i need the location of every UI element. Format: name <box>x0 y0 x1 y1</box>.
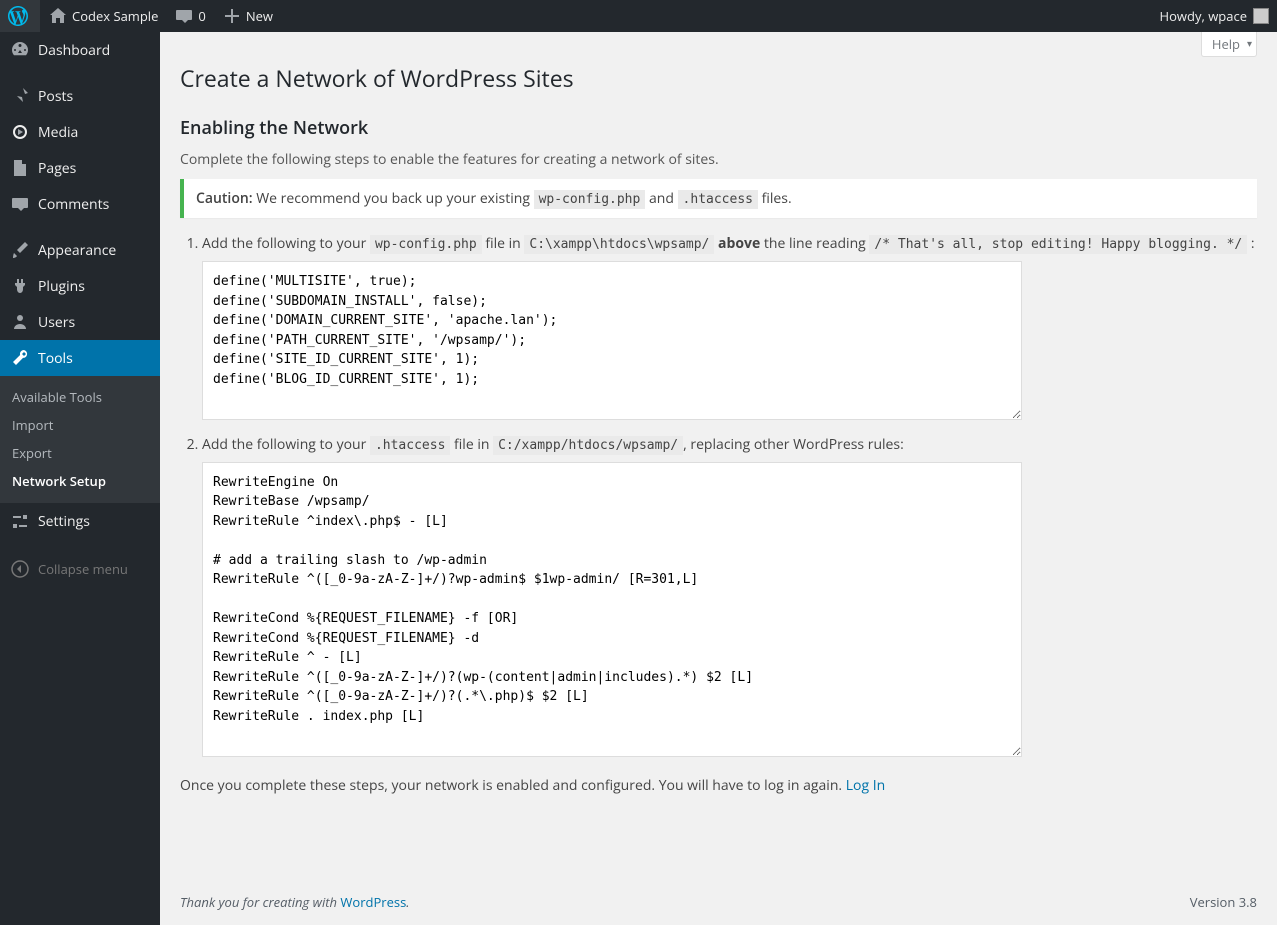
tools-submenu: Available Tools Import Export Network Se… <box>0 376 160 503</box>
sidebar-item-media[interactable]: Media <box>0 114 160 150</box>
caution-notice: Caution: We recommend you back up your e… <box>180 179 1257 218</box>
sidebar-item-label: Comments <box>38 195 109 214</box>
wordpress-icon <box>8 6 28 26</box>
media-icon <box>10 122 30 142</box>
page-icon <box>10 158 30 178</box>
page-subhead: Enabling the Network <box>180 116 1257 140</box>
submenu-export[interactable]: Export <box>0 439 160 467</box>
site-name[interactable]: Codex Sample <box>40 0 166 32</box>
submenu-network-setup[interactable]: Network Setup <box>0 467 160 495</box>
htaccess-code: .htaccess <box>678 190 758 209</box>
comments-count: 0 <box>198 0 205 32</box>
sidebar-item-users[interactable]: Users <box>0 304 160 340</box>
step-2: Add the following to your .htaccess file… <box>202 435 1257 762</box>
sidebar-item-label: Settings <box>38 512 90 531</box>
sidebar-item-comments[interactable]: Comments <box>0 186 160 222</box>
site-name-label: Codex Sample <box>72 0 158 32</box>
wrench-icon <box>10 348 30 368</box>
sliders-icon <box>10 511 30 531</box>
admin-toolbar: Codex Sample 0 New Howdy, wpace <box>0 0 1277 32</box>
howdy-text: Howdy, wpace <box>1160 0 1247 32</box>
wpconfig-code: wp-config.php <box>534 190 646 209</box>
my-account[interactable]: Howdy, wpace <box>1152 0 1277 32</box>
sidebar-item-label: Users <box>38 313 75 332</box>
final-text: Once you complete these steps, your netw… <box>180 776 1257 795</box>
htaccess-textarea[interactable] <box>202 462 1022 757</box>
intro-text: Complete the following steps to enable t… <box>180 150 1257 169</box>
sidebar-item-dashboard[interactable]: Dashboard <box>0 32 160 68</box>
pin-icon <box>10 86 30 106</box>
wpconfig-textarea[interactable] <box>202 261 1022 420</box>
version-text: Version 3.8 <box>1190 893 1257 911</box>
login-link[interactable]: Log In <box>846 776 885 795</box>
home-icon <box>48 6 68 26</box>
collapse-menu[interactable]: Collapse menu <box>0 549 160 589</box>
steps-list: Add the following to your wp-config.php … <box>202 234 1257 762</box>
sidebar-item-label: Dashboard <box>38 41 110 60</box>
sidebar-item-label: Plugins <box>38 277 85 296</box>
avatar <box>1253 8 1269 24</box>
sidebar-item-appearance[interactable]: Appearance <box>0 232 160 268</box>
comment-icon <box>174 6 194 26</box>
sidebar-item-label: Appearance <box>38 241 116 260</box>
step-1: Add the following to your wp-config.php … <box>202 234 1257 425</box>
brush-icon <box>10 240 30 260</box>
sidebar-item-settings[interactable]: Settings <box>0 503 160 539</box>
sidebar-item-tools[interactable]: Tools <box>0 340 160 376</box>
collapse-label: Collapse menu <box>38 560 128 578</box>
wp-logo[interactable] <box>0 0 40 32</box>
new-label: New <box>246 0 273 32</box>
comments-link[interactable]: 0 <box>166 0 213 32</box>
sidebar-item-label: Tools <box>38 349 73 368</box>
caution-label: Caution: <box>196 189 253 208</box>
admin-menu: Dashboard Posts Media Pages Comments App… <box>0 32 160 925</box>
submenu-available-tools[interactable]: Available Tools <box>0 383 160 411</box>
user-icon <box>10 312 30 332</box>
page-title: Create a Network of WordPress Sites <box>180 42 1257 104</box>
collapse-icon <box>10 559 30 579</box>
footer: Thank you for creating with WordPress. V… <box>160 879 1277 925</box>
new-content[interactable]: New <box>214 0 281 32</box>
sidebar-item-pages[interactable]: Pages <box>0 150 160 186</box>
wordpress-link[interactable]: WordPress <box>340 893 406 911</box>
sidebar-item-label: Posts <box>38 87 73 106</box>
help-tab[interactable]: Help <box>1201 32 1257 57</box>
comment-icon <box>10 194 30 214</box>
sidebar-item-label: Pages <box>38 159 76 178</box>
dashboard-icon <box>10 40 30 60</box>
plugin-icon <box>10 276 30 296</box>
sidebar-item-label: Media <box>38 123 78 142</box>
sidebar-item-plugins[interactable]: Plugins <box>0 268 160 304</box>
plus-icon <box>222 6 242 26</box>
submenu-import[interactable]: Import <box>0 411 160 439</box>
sidebar-item-posts[interactable]: Posts <box>0 78 160 114</box>
